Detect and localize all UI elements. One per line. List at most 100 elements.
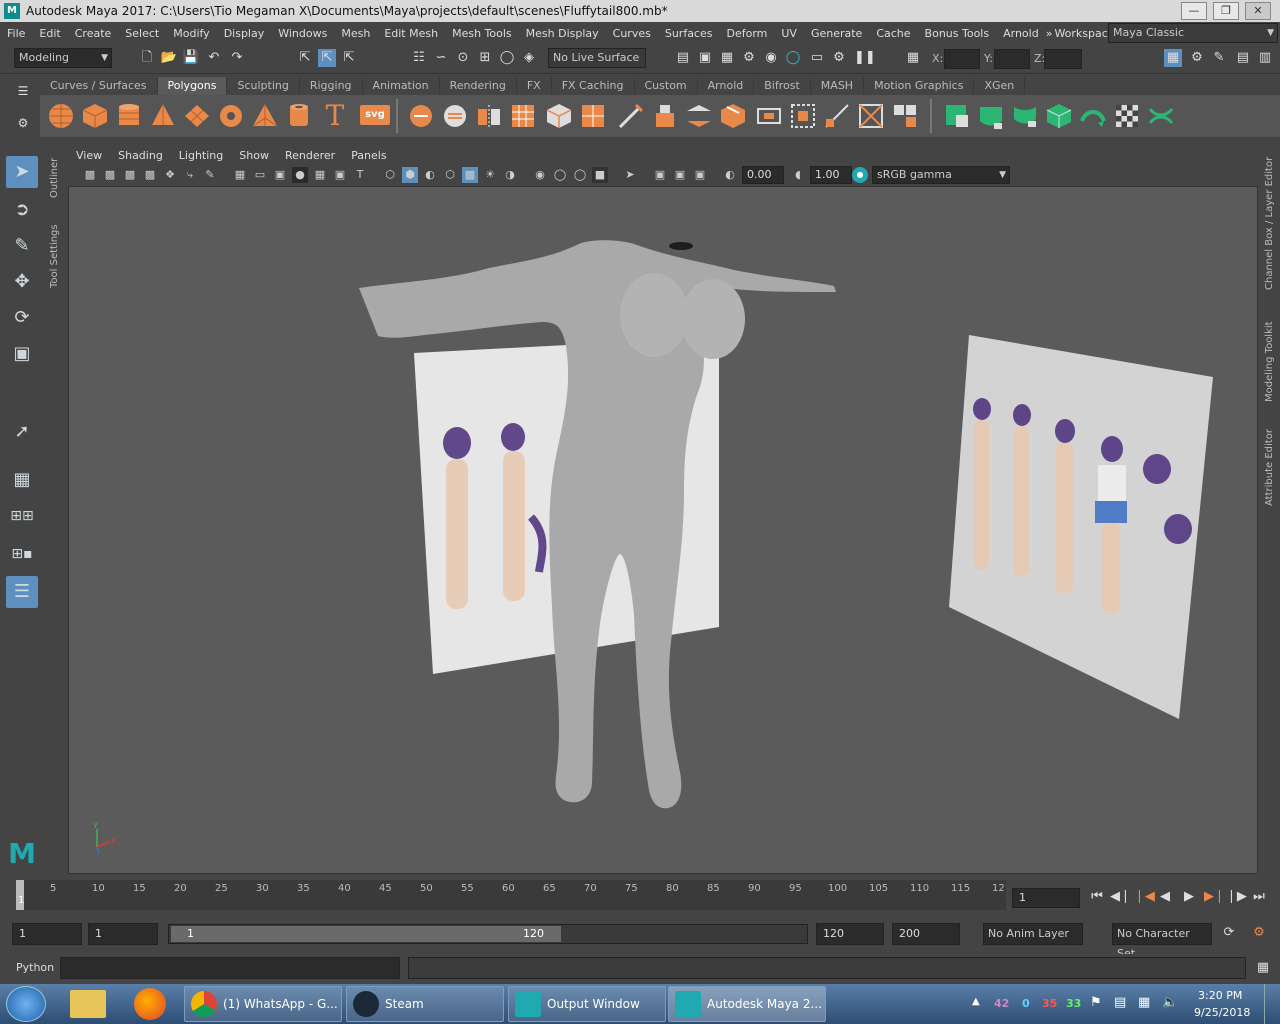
range-slider[interactable]: 1 120	[168, 924, 808, 944]
character-set-select[interactable]: No Character Set	[1112, 923, 1212, 960]
shelf-tab-bifrost[interactable]: Bifrost	[754, 77, 811, 95]
tray-counter[interactable]: 33	[1066, 997, 1081, 1010]
reduce-icon[interactable]	[544, 101, 574, 131]
menuset-select[interactable]: Modeling ▼	[14, 48, 112, 68]
select-camera-icon[interactable]: ▩	[82, 167, 98, 183]
arnold-render-icon[interactable]: ◯	[784, 49, 802, 67]
animation-end-field[interactable]: 200	[892, 923, 960, 945]
menu-cache[interactable]: Cache	[869, 27, 917, 40]
taskbar-item-maya[interactable]: Autodesk Maya 2...	[668, 986, 826, 1022]
menu-mesh-tools[interactable]: Mesh Tools	[445, 27, 519, 40]
attribute-editor-icon[interactable]: ⚙	[1188, 49, 1206, 67]
color-management-toggle-icon[interactable]: ●	[852, 167, 868, 183]
poly-plane-icon[interactable]	[182, 101, 212, 131]
menu-display[interactable]: Display	[217, 27, 272, 40]
merge-icon[interactable]	[822, 101, 852, 131]
render-view-icon[interactable]: ⚙	[830, 49, 848, 67]
snap-view-plane-icon[interactable]: ⊞	[476, 49, 494, 67]
lasso-tool-icon[interactable]: ➲	[6, 194, 38, 226]
menu-mesh[interactable]: Mesh	[334, 27, 377, 40]
shelf-tab-fx[interactable]: FX	[517, 77, 552, 95]
uv-cylindrical-icon[interactable]	[976, 101, 1006, 131]
menu-generate[interactable]: Generate	[804, 27, 869, 40]
gamma-field[interactable]: 1.00	[810, 166, 852, 184]
textured-icon[interactable]: ▩	[462, 167, 478, 183]
x-ray-components-icon[interactable]: ▣	[692, 167, 708, 183]
menu-mesh-display[interactable]: Mesh Display	[519, 27, 606, 40]
motion-blur-icon[interactable]: ◯	[552, 167, 568, 183]
script-language-label[interactable]: Python	[16, 961, 54, 974]
workspace-select[interactable]: Maya Classic ▼	[1108, 23, 1278, 43]
auto-keyframe-icon[interactable]: ⟳	[1220, 924, 1238, 942]
clock-time[interactable]: 3:20 PM	[1198, 989, 1242, 1002]
grid-icon[interactable]: ▦	[232, 167, 248, 183]
snap-grid-icon[interactable]: ☷	[410, 49, 428, 67]
four-view-layout-icon[interactable]: ⊞⊞	[6, 500, 38, 532]
image-plane-icon[interactable]: ▩	[142, 167, 158, 183]
range-slider-handle[interactable]	[171, 926, 561, 942]
shelf-tab-sculpting[interactable]: Sculpting	[227, 77, 300, 95]
x-ray-icon[interactable]: ▣	[652, 167, 668, 183]
redo-icon[interactable]: ↷	[228, 49, 246, 67]
menu-curves[interactable]: Curves	[606, 27, 658, 40]
rotate-tool-icon[interactable]: ⟳	[6, 302, 38, 334]
shelf-settings-gear-icon[interactable]: ⚙	[14, 114, 32, 132]
pause-render-icon[interactable]: ❚❚	[854, 49, 876, 67]
menu-windows[interactable]: Windows	[271, 27, 334, 40]
safe-action-icon[interactable]: ▣	[332, 167, 348, 183]
save-scene-icon[interactable]: 💾	[182, 49, 200, 67]
select-hierarchy-icon[interactable]: ⇱	[296, 49, 314, 67]
shelf-tab-fx-caching[interactable]: FX Caching	[552, 77, 635, 95]
uv-checker-icon[interactable]	[1112, 101, 1142, 131]
uv-automatic-icon[interactable]	[1044, 101, 1074, 131]
wireframe-on-shaded-icon[interactable]: ⬡	[442, 167, 458, 183]
shelf-tab-xgen[interactable]: XGen	[974, 77, 1026, 95]
camera-attributes-icon[interactable]: ▩	[102, 167, 118, 183]
uv-sew-icon[interactable]	[1146, 101, 1176, 131]
bevel-icon[interactable]	[718, 101, 748, 131]
shelf-tab-custom[interactable]: Custom	[635, 77, 698, 95]
outliner-layout-icon[interactable]: ☰	[6, 576, 38, 608]
paint-select-tool-icon[interactable]: ✎	[6, 230, 38, 262]
fill-hole-icon[interactable]	[754, 101, 784, 131]
action-center-flag-icon[interactable]: ⚑	[1090, 995, 1102, 1010]
step-back-frame-icon[interactable]: ◀❘	[1110, 888, 1131, 906]
film-gate-icon[interactable]: ▭	[252, 167, 268, 183]
step-forward-key-icon[interactable]: ▶❘	[1204, 888, 1225, 906]
render-region-icon[interactable]: ▭	[808, 49, 826, 67]
taskbar-item-whatsapp[interactable]: (1) WhatsApp - G...	[184, 986, 342, 1022]
poly-pipe-icon[interactable]	[284, 101, 314, 131]
snap-live-icon[interactable]: ◈	[520, 49, 538, 67]
poly-cone-icon[interactable]	[148, 101, 178, 131]
show-desktop-button[interactable]	[1264, 984, 1280, 1024]
step-forward-frame-icon[interactable]: ❘▶	[1226, 888, 1247, 906]
animation-start-field[interactable]: 1	[12, 923, 82, 945]
view-transform-select[interactable]: sRGB gamma ▼	[872, 166, 1010, 184]
open-scene-icon[interactable]: 📂	[160, 49, 178, 67]
scale-tool-icon[interactable]: ▣	[6, 338, 38, 370]
shelf-tab-mash[interactable]: MASH	[811, 77, 865, 95]
select-object-icon[interactable]: ⇱	[318, 49, 336, 67]
taskbar-item-steam[interactable]: Steam	[346, 986, 504, 1022]
smooth-shade-icon[interactable]: ⬢	[402, 167, 418, 183]
safe-title-icon[interactable]: T	[352, 167, 368, 183]
gate-mask-icon[interactable]: ●	[292, 167, 308, 183]
multi-cut-icon[interactable]	[616, 101, 646, 131]
minimize-button[interactable]: —	[1181, 2, 1207, 20]
panel-menu-panels[interactable]: Panels	[343, 148, 394, 164]
playback-end-field[interactable]: 120	[816, 923, 884, 945]
shelf-tab-rigging[interactable]: Rigging	[300, 77, 363, 95]
new-scene-icon[interactable]: 🗋	[138, 49, 156, 67]
menu-arnold[interactable]: Arnold	[996, 27, 1046, 40]
start-button-icon[interactable]	[6, 986, 46, 1022]
isolate-select-icon[interactable]: ➤	[622, 167, 638, 183]
command-input[interactable]	[60, 957, 400, 979]
2d-pan-zoom-icon[interactable]: ⤷	[182, 167, 198, 183]
detach-icon[interactable]	[890, 101, 920, 131]
hypershade-icon[interactable]: ◉	[762, 49, 780, 67]
live-surface-field[interactable]: No Live Surface	[548, 48, 646, 68]
poly-cylinder-icon[interactable]	[114, 101, 144, 131]
go-to-end-icon[interactable]: ⏭	[1250, 888, 1268, 906]
uv-planar-icon[interactable]	[942, 101, 972, 131]
network-icon[interactable]: ▦	[1138, 995, 1150, 1010]
